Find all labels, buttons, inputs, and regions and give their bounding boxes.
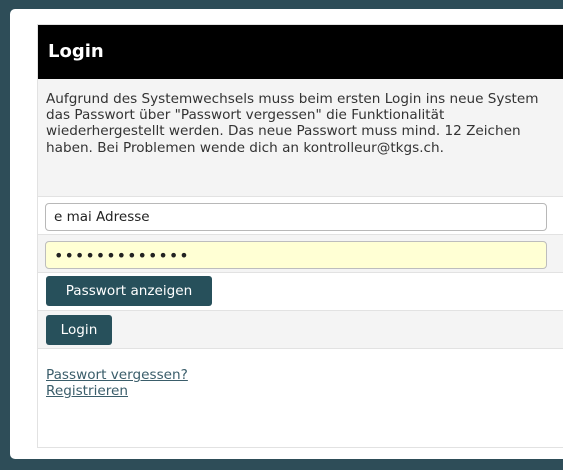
show-password-row: Passwort anzeigen (38, 273, 563, 311)
page-title: Login (48, 41, 104, 62)
login-row: Login (38, 311, 563, 349)
register-link[interactable]: Registrieren (46, 383, 128, 399)
info-text: Aufgrund des Systemwechsels muss beim er… (46, 91, 539, 156)
panel-header: Login (38, 25, 563, 79)
email-row (38, 197, 563, 235)
login-button[interactable]: Login (46, 315, 112, 345)
login-card: Login Aufgrund des Systemwechsels muss b… (10, 9, 563, 459)
forgot-password-link[interactable]: Passwort vergessen? (46, 367, 188, 383)
email-field[interactable] (45, 203, 547, 231)
show-password-button[interactable]: Passwort anzeigen (46, 276, 212, 306)
info-box: Aufgrund des Systemwechsels muss beim er… (38, 79, 563, 197)
password-field[interactable] (45, 241, 547, 269)
login-panel: Login Aufgrund des Systemwechsels muss b… (37, 24, 563, 448)
links-row: Passwort vergessen? Registrieren (38, 349, 563, 446)
password-row (38, 235, 563, 273)
